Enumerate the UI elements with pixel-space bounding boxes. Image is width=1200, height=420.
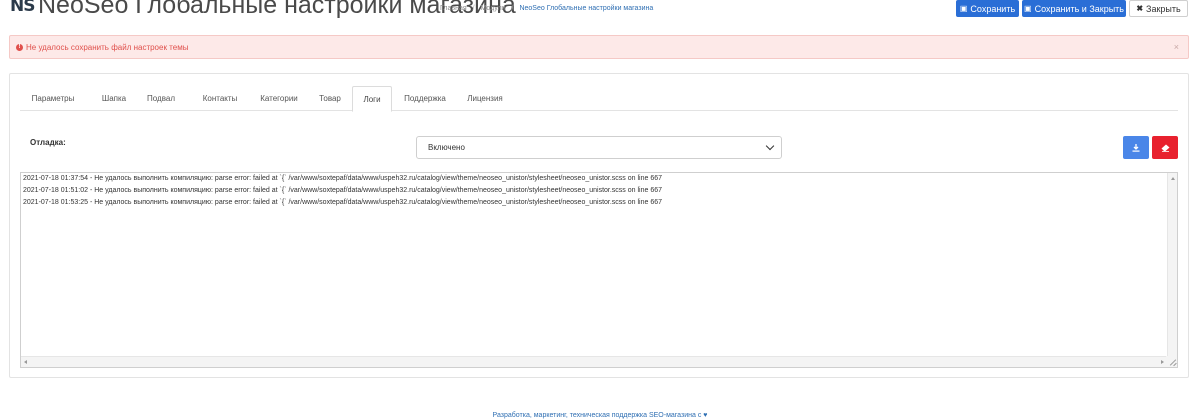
chevron-down-icon — [765, 141, 775, 151]
breadcrumb-current[interactable]: NeoSeo Глобальные настройки магазина — [519, 5, 653, 12]
floppy-disk-icon: ▣ — [959, 4, 968, 13]
tab-logs[interactable]: Логи — [352, 86, 392, 112]
debug-select[interactable]: Включено — [416, 136, 782, 159]
scroll-right-arrow-icon[interactable] — [1161, 360, 1164, 364]
tab-header[interactable]: Шапка — [94, 86, 134, 111]
breadcrumb: Главная / Модули / NeoSeo Глобальные нас… — [440, 5, 653, 12]
scroll-left-arrow-icon[interactable] — [24, 360, 27, 364]
tab-bar: Параметры Шапка Подвал Контакты Категори… — [20, 86, 1178, 112]
clear-log-button[interactable] — [1152, 136, 1178, 159]
eraser-icon — [1161, 144, 1169, 152]
download-icon — [1132, 143, 1140, 152]
alert-close-icon[interactable]: × — [1174, 42, 1179, 52]
log-textarea[interactable]: 2021-07-18 01:37:54 - Не удалось выполни… — [20, 172, 1178, 368]
log-line: 2021-07-18 01:53:25 - Не удалось выполни… — [23, 199, 663, 206]
floppy-disk-icon: ▣ — [1024, 4, 1032, 13]
settings-panel: Параметры Шапка Подвал Контакты Категори… — [9, 73, 1189, 378]
footer-credit[interactable]: Разработка, маркетинг, техническая подде… — [0, 412, 1200, 419]
log-line: 2021-07-18 01:51:02 - Не удалось выполни… — [23, 187, 663, 194]
tab-parameters[interactable]: Параметры — [20, 86, 86, 111]
save-and-close-button-label: Сохранить и Закрыть — [1034, 3, 1124, 14]
tab-product[interactable]: Товар — [312, 86, 348, 111]
tab-support[interactable]: Поддержка — [398, 86, 452, 111]
breadcrumb-separator: / — [511, 5, 514, 12]
tab-footer[interactable]: Подвал — [138, 86, 184, 111]
tab-contacts[interactable]: Контакты — [194, 86, 246, 111]
neoseo-logo: NS — [10, 0, 36, 16]
save-button[interactable]: ▣ Сохранить — [956, 0, 1019, 17]
debug-select-value: Включено — [428, 143, 465, 152]
save-and-close-button[interactable]: ▣ Сохранить и Закрыть — [1022, 0, 1126, 17]
close-button[interactable]: ✖ Закрыть — [1129, 0, 1188, 17]
tab-license[interactable]: Лицензия — [460, 86, 510, 111]
debug-label: Отладка: — [30, 138, 66, 147]
resize-handle-icon[interactable] — [1166, 356, 1177, 367]
breadcrumb-modules[interactable]: Модули — [481, 5, 506, 12]
error-alert: ! Не удалось сохранить файл настроек тем… — [9, 35, 1189, 59]
download-log-button[interactable] — [1123, 136, 1149, 159]
vertical-scrollbar[interactable] — [1167, 173, 1177, 357]
log-line: 2021-07-18 01:37:54 - Не удалось выполни… — [23, 175, 663, 182]
horizontal-scrollbar[interactable] — [21, 356, 1167, 367]
close-icon: ✖ — [1136, 4, 1144, 13]
breadcrumb-separator: / — [472, 5, 475, 12]
close-button-label: Закрыть — [1146, 3, 1181, 14]
exclamation-circle-icon: ! — [16, 43, 23, 51]
alert-message: Не удалось сохранить файл настроек темы — [26, 42, 189, 52]
tab-categories[interactable]: Категории — [252, 86, 306, 111]
breadcrumb-home[interactable]: Главная — [440, 5, 467, 12]
save-button-label: Сохранить — [970, 3, 1016, 14]
page-header: NS NeoSeo Глобальные настройки магазина … — [0, 0, 1200, 22]
scroll-up-arrow-icon[interactable] — [1171, 177, 1175, 180]
